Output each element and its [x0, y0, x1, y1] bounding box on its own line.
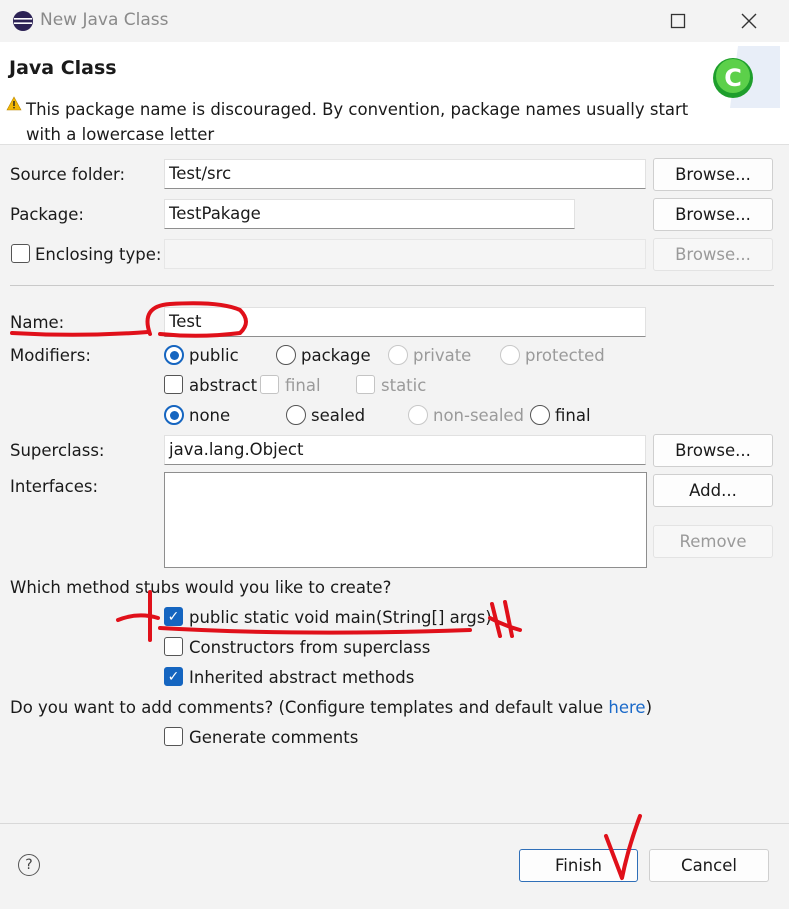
right-mark-annotation — [488, 600, 522, 638]
remove-interface-button: Remove — [653, 525, 773, 558]
modifier-private-radio — [388, 345, 408, 365]
modifier-package-label: package — [301, 346, 371, 365]
eclipse-icon — [13, 11, 33, 31]
window-title: New Java Class — [40, 10, 169, 30]
enclosing-type-checkbox[interactable] — [11, 244, 30, 263]
java-class-icon: C — [713, 46, 780, 108]
bottom-separator — [0, 823, 789, 824]
comments-question: Do you want to add comments? (Configure … — [10, 698, 652, 717]
modifier-sealed-radio[interactable] — [286, 405, 306, 425]
constructors-label: Constructors from superclass — [189, 638, 431, 657]
package-label: Package: — [10, 205, 84, 224]
modifier-private-label: private — [413, 346, 472, 365]
svg-text:C: C — [724, 64, 742, 92]
inherited-methods-checkbox[interactable]: ✓ — [164, 667, 183, 686]
comments-question-text: Do you want to add comments? (Configure … — [10, 698, 604, 717]
enclosing-type-label: Enclosing type: — [35, 245, 162, 264]
finish-button[interactable]: Finish — [519, 849, 638, 882]
generate-comments-checkbox[interactable] — [164, 727, 183, 746]
left-mark-annotation — [116, 590, 160, 642]
separator — [10, 285, 774, 286]
modifier-abstract-checkbox[interactable] — [164, 375, 183, 394]
maximize-button[interactable] — [655, 6, 701, 36]
main-method-label: public static void main(String[] args) — [189, 608, 492, 627]
warning-message: This package name is discouraged. By con… — [26, 100, 689, 144]
modifier-final-radio[interactable] — [530, 405, 550, 425]
close-icon — [741, 13, 757, 29]
warning-icon — [6, 96, 22, 111]
name-input[interactable]: Test — [164, 307, 646, 337]
interfaces-label: Interfaces: — [10, 477, 99, 496]
superclass-browse-button[interactable]: Browse... — [653, 434, 773, 467]
generate-comments-label: Generate comments — [189, 728, 359, 747]
enclosing-browse-button: Browse... — [653, 238, 773, 271]
modifier-none-radio[interactable] — [164, 405, 184, 425]
name-underline-annotation — [10, 330, 150, 337]
modifier-abstract-label: abstract — [189, 376, 258, 395]
superclass-input[interactable]: java.lang.Object — [164, 435, 646, 465]
inherited-methods-label: Inherited abstract methods — [189, 668, 415, 687]
superclass-label: Superclass: — [10, 441, 105, 460]
source-folder-label: Source folder: — [10, 165, 126, 184]
package-browse-button[interactable]: Browse... — [653, 198, 773, 231]
page-title: Java Class — [9, 57, 117, 79]
source-folder-input[interactable]: Test/src — [164, 159, 646, 189]
modifier-none-label: none — [189, 406, 231, 425]
maximize-icon — [670, 13, 686, 29]
modifier-non-sealed-radio — [408, 405, 428, 425]
comments-close-paren: ) — [645, 698, 652, 717]
help-icon[interactable]: ? — [18, 854, 40, 876]
modifier-protected-label: protected — [525, 346, 605, 365]
enclosing-type-input — [164, 239, 646, 269]
close-button[interactable] — [726, 6, 772, 36]
modifiers-label: Modifiers: — [10, 346, 91, 365]
modifier-static-checkbox — [356, 375, 375, 394]
add-interface-button[interactable]: Add... — [653, 474, 773, 507]
modifier-protected-radio — [500, 345, 520, 365]
main-underline-annotation — [158, 626, 472, 635]
configure-templates-link[interactable]: here — [608, 698, 645, 717]
modifier-final-checkbox — [260, 375, 279, 394]
modifier-public-label: public — [189, 346, 239, 365]
constructors-checkbox[interactable] — [164, 637, 183, 656]
package-input[interactable]: TestPakage — [164, 199, 575, 229]
modifier-sealed-label: sealed — [311, 406, 366, 425]
modifier-package-radio[interactable] — [276, 345, 296, 365]
modifier-public-radio[interactable] — [164, 345, 184, 365]
name-label: Name: — [10, 313, 65, 332]
modifier-final-label: final — [285, 376, 321, 395]
modifier-static-label: static — [381, 376, 427, 395]
cancel-button[interactable]: Cancel — [649, 849, 769, 882]
method-stubs-question: Which method stubs would you like to cre… — [10, 578, 392, 597]
main-method-checkbox[interactable]: ✓ — [164, 607, 183, 626]
interfaces-list[interactable] — [164, 472, 647, 568]
modifier-non-sealed-label: non-sealed — [433, 406, 525, 425]
modifier-final-radio-label: final — [555, 406, 591, 425]
source-folder-browse-button[interactable]: Browse... — [653, 158, 773, 191]
